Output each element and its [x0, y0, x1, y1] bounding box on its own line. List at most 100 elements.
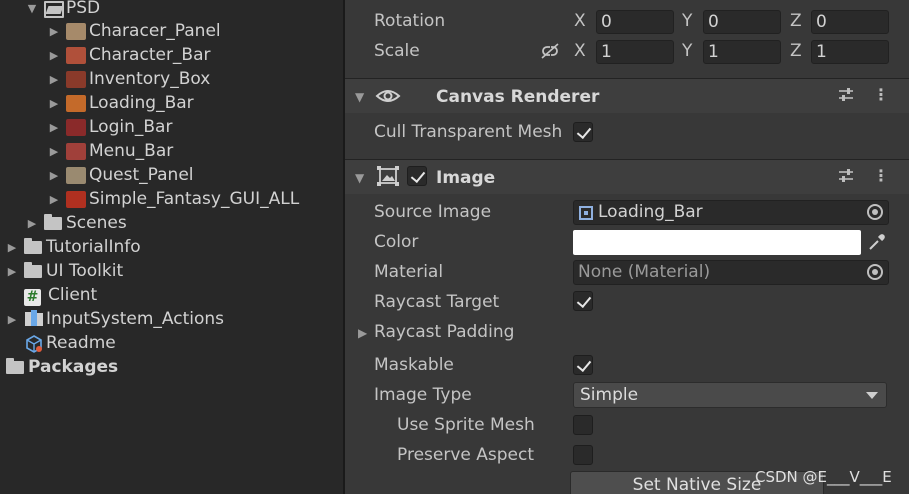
rotation-x-field[interactable]: 0	[596, 10, 674, 34]
source-image-field[interactable]: Loading_Bar	[573, 200, 889, 225]
image-foldout-icon[interactable]: ▼	[355, 171, 364, 185]
psd-thumbnail-icon	[66, 142, 86, 160]
collapse-arrow-icon[interactable]: ▶	[48, 25, 60, 38]
tree-folder-packages[interactable]: Packages	[6, 355, 118, 379]
scale-x-field[interactable]: 1	[596, 40, 674, 64]
raycast-target-label: Raycast Target	[374, 292, 500, 312]
tree-item-psd[interactable]: ▶ Inventory_Box	[48, 67, 211, 91]
rotation-x-axis-label[interactable]: X	[574, 11, 586, 31]
folder-icon	[24, 262, 42, 280]
tree-item-psd[interactable]: ▶ Login_Bar	[48, 115, 173, 139]
tree-label: Quest_Panel	[89, 165, 194, 185]
collapse-arrow-icon[interactable]: ▶	[48, 193, 60, 206]
rotation-z-axis-label[interactable]: Z	[790, 11, 802, 31]
maskable-label: Maskable	[374, 355, 454, 375]
presets-sliders-icon[interactable]	[837, 167, 855, 189]
scale-z-field[interactable]: 1	[811, 40, 889, 64]
image-enabled-checkbox[interactable]	[407, 166, 427, 186]
tree-folder-scenes[interactable]: ▶ Scenes	[26, 211, 127, 235]
material-field[interactable]: None (Material)	[573, 260, 889, 285]
psd-thumbnail-icon	[66, 118, 86, 136]
use-sprite-mesh-checkbox[interactable]	[573, 415, 593, 435]
raycast-padding-label[interactable]: Raycast Padding	[374, 322, 514, 342]
collapse-arrow-icon[interactable]: ▶	[48, 121, 60, 134]
tree-item-psd[interactable]: ▶ Character_Bar	[48, 43, 211, 67]
collapse-arrow-icon[interactable]: ▶	[6, 265, 18, 278]
scale-x-axis-label[interactable]: X	[574, 41, 586, 61]
color-label: Color	[374, 232, 419, 252]
tree-item-psd[interactable]: ▶ Quest_Panel	[48, 163, 194, 187]
tree-folder-tutorialinfo[interactable]: ▶ TutorialInfo	[6, 235, 141, 259]
tree-folder-uitoolkit[interactable]: ▶ UI Toolkit	[6, 259, 123, 283]
sprite-icon	[579, 206, 593, 220]
collapse-arrow-icon[interactable]: ▶	[6, 313, 18, 326]
rotation-y-axis-label[interactable]: Y	[682, 11, 692, 31]
tree-folder-psd[interactable]: ▼ PSD	[26, 0, 100, 20]
eyedropper-icon[interactable]	[867, 232, 887, 252]
tree-label: Inventory_Box	[89, 69, 211, 89]
collapse-arrow-icon[interactable]: ▶	[26, 217, 38, 230]
tree-label: Character_Bar	[89, 45, 211, 65]
rotation-z-field[interactable]: 0	[811, 10, 889, 34]
scale-z-axis-label[interactable]: Z	[790, 41, 802, 61]
collapse-arrow-icon[interactable]: ▶	[6, 241, 18, 254]
color-field[interactable]	[573, 230, 861, 255]
tree-item-psd[interactable]: ▶ Menu_Bar	[48, 139, 173, 163]
folder-icon	[6, 358, 24, 376]
psd-thumbnail-icon	[66, 70, 86, 88]
psd-thumbnail-icon	[66, 46, 86, 64]
tree-item-client[interactable]: # Client	[24, 283, 97, 307]
preserve-aspect-label: Preserve Aspect	[397, 445, 535, 465]
maskable-checkbox[interactable]	[573, 355, 593, 375]
canvas-renderer-foldout-icon[interactable]: ▼	[355, 90, 364, 104]
tree-item-psd[interactable]: ▶ Characer_Panel	[48, 19, 221, 43]
image-type-label: Image Type	[374, 385, 472, 405]
tree-label: Scenes	[66, 213, 127, 233]
collapse-arrow-icon[interactable]: ▶	[48, 169, 60, 182]
presets-sliders-icon[interactable]	[837, 86, 855, 108]
image-type-dropdown[interactable]: Simple	[573, 382, 887, 408]
canvas-renderer-header[interactable]	[345, 79, 909, 113]
watermark-text: CSDN @E___V___E	[755, 468, 892, 486]
tree-label: Packages	[28, 357, 119, 377]
cull-transparent-mesh-checkbox[interactable]	[573, 122, 593, 142]
tree-item-readme[interactable]: Readme	[24, 331, 116, 355]
component-menu-kebab-icon[interactable]: ⋮	[873, 166, 889, 185]
expand-arrow-icon[interactable]: ▼	[26, 2, 38, 15]
rotation-label: Rotation	[374, 11, 446, 31]
object-picker-icon[interactable]	[867, 264, 883, 280]
constrain-proportions-link-icon[interactable]	[539, 42, 561, 60]
image-component-icon	[377, 166, 399, 186]
input-actions-icon	[24, 310, 43, 328]
cull-transparent-mesh-label: Cull Transparent Mesh	[374, 122, 563, 142]
tree-label: TutorialInfo	[46, 237, 141, 257]
canvas-renderer-title: Canvas Renderer	[436, 87, 600, 107]
tree-label: Menu_Bar	[89, 141, 174, 161]
collapse-arrow-icon[interactable]: ▶	[48, 73, 60, 86]
preserve-aspect-checkbox[interactable]	[573, 445, 593, 465]
psd-thumbnail-icon	[66, 22, 86, 40]
psd-thumbnail-icon	[66, 166, 86, 184]
component-menu-kebab-icon[interactable]: ⋮	[873, 85, 889, 104]
project-panel: ▼ PSD ▶ Characer_Panel ▶ Character_Bar ▶ Inve…	[0, 0, 343, 494]
inspector-panel: Rotation X 0 Y 0 Z 0 Scale X 1 Y 1 Z 1 ▼…	[345, 0, 909, 494]
image-component-title: Image	[436, 168, 496, 188]
tree-item-psd[interactable]: ▶ Loading_Bar	[48, 91, 194, 115]
collapse-arrow-icon[interactable]: ▶	[48, 49, 60, 62]
folder-open-icon	[44, 0, 64, 18]
rotation-y-field[interactable]: 0	[703, 10, 781, 34]
tree-label: Loading_Bar	[89, 93, 194, 113]
tree-label: Characer_Panel	[89, 21, 221, 41]
raycast-target-checkbox[interactable]	[573, 291, 593, 311]
tree-label: Readme	[46, 333, 116, 353]
collapse-arrow-icon[interactable]: ▶	[48, 97, 60, 110]
raycast-padding-foldout-icon[interactable]: ▶	[358, 326, 367, 340]
object-picker-icon[interactable]	[867, 204, 883, 220]
tree-item-inputsystem-actions[interactable]: ▶ InputSystem_Actions	[6, 307, 224, 331]
image-component-header[interactable]	[345, 160, 909, 194]
collapse-arrow-icon[interactable]: ▶	[48, 145, 60, 158]
tree-label: Simple_Fantasy_GUI_ALL	[89, 189, 300, 209]
scale-y-field[interactable]: 1	[703, 40, 781, 64]
tree-item-psd[interactable]: ▶ Simple_Fantasy_GUI_ALL	[48, 187, 299, 211]
scale-y-axis-label[interactable]: Y	[682, 41, 692, 61]
